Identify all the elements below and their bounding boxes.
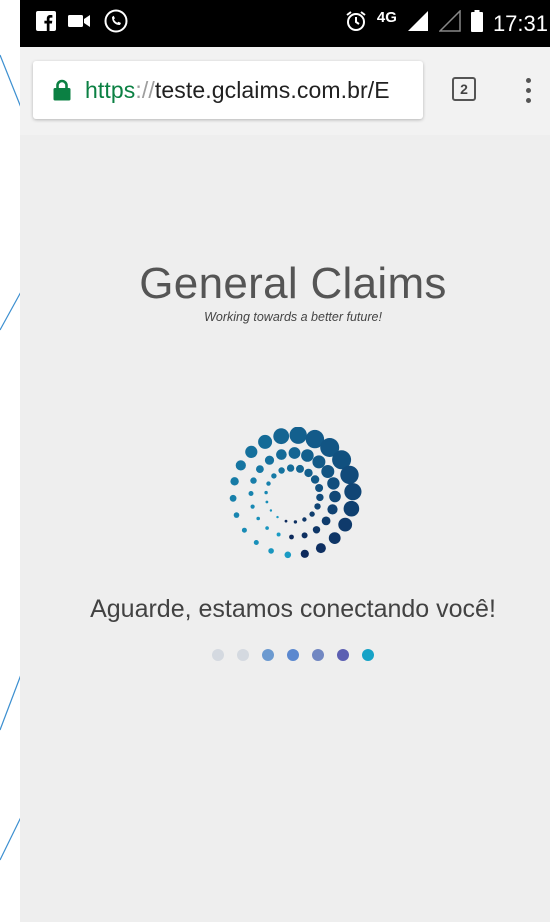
logo-dot: [293, 520, 298, 524]
logo-dot: [253, 540, 259, 545]
logo-dot: [304, 468, 313, 478]
logo-dot: [284, 551, 292, 559]
logo-dot: [264, 490, 268, 495]
logo-dot: [278, 467, 285, 474]
tab-switcher-button[interactable]: 2: [452, 77, 476, 101]
logo-dot: [268, 548, 274, 554]
brand-title: General Claims: [139, 259, 447, 308]
signal-weak-icon: [438, 9, 461, 37]
logo-dot: [233, 512, 240, 518]
logo-dot: [289, 427, 307, 444]
logo-dot: [338, 517, 353, 532]
alarm-icon: [345, 10, 367, 37]
logo-dot: [265, 526, 269, 530]
logo-dot: [316, 493, 324, 502]
logo-dot: [271, 473, 277, 479]
progress-dot: [212, 649, 224, 661]
url-separator: ://: [135, 76, 155, 103]
loading-spinner-logo: [229, 427, 362, 559]
logo-dot: [256, 465, 264, 473]
logo-dot: [289, 534, 294, 540]
progress-dots: [212, 649, 374, 661]
logo-dot: [312, 455, 326, 469]
brand-tagline: Working towards a better future!: [204, 310, 382, 324]
logo-dot: [314, 503, 321, 510]
page-content: General Claims Working towards a better …: [20, 135, 550, 922]
logo-dot: [266, 481, 271, 486]
logo-dot: [344, 483, 362, 501]
logo-dot: [327, 504, 338, 515]
logo-dot: [321, 516, 331, 526]
logo-dot: [276, 532, 281, 537]
url-scheme: https: [85, 76, 136, 103]
logo-dot: [329, 490, 341, 503]
logo-dot: [302, 517, 307, 522]
logo-dot: [310, 475, 320, 484]
logo-dot: [276, 515, 279, 519]
logo-dot: [273, 428, 290, 445]
logo-dot: [241, 527, 247, 533]
lock-icon: [53, 79, 71, 101]
overflow-menu-button[interactable]: [518, 73, 538, 107]
logo-dot: [250, 504, 255, 509]
logo-dot: [315, 543, 326, 554]
tab-count: 2: [460, 81, 468, 97]
logo-dot: [301, 449, 314, 462]
browser-toolbar: https://teste.gclaims.com.br/E 2: [20, 47, 550, 136]
logo-dot: [300, 549, 309, 558]
phone-screen: 4G 17:31 https://teste.gclaims.com.br/E …: [20, 0, 550, 922]
logo-dot: [229, 494, 237, 502]
logo-dot: [265, 500, 269, 504]
logo-dot: [312, 526, 321, 534]
address-bar[interactable]: https://teste.gclaims.com.br/E: [33, 61, 423, 119]
progress-dot: [337, 649, 349, 661]
logo-dot: [309, 511, 315, 517]
logo-dot: [269, 509, 273, 512]
logo-dot: [256, 516, 260, 521]
clock: 17:31: [492, 10, 548, 36]
network-type: 4G: [376, 9, 397, 26]
signal-icon: [407, 10, 429, 37]
logo-dot: [343, 500, 360, 517]
logo-dot: [315, 484, 324, 492]
logo-dot: [235, 460, 246, 471]
logo-dot: [258, 434, 273, 449]
logo-dot: [296, 464, 304, 473]
logo-dot: [230, 477, 239, 486]
logo-dot: [301, 532, 308, 539]
logo-dot: [284, 519, 288, 523]
logo-dot: [321, 465, 335, 478]
loading-message: Aguarde, estamos conectando você!: [90, 595, 496, 623]
status-bar: 4G 17:31: [20, 0, 550, 47]
battery-icon: [470, 10, 483, 37]
progress-dot: [262, 649, 274, 661]
logo-dot: [250, 477, 257, 484]
url-text: https://teste.gclaims.com.br/E: [85, 77, 390, 104]
logo-dot: [328, 532, 341, 544]
logo-dot: [340, 465, 359, 485]
video-icon: [68, 12, 92, 35]
logo-dot: [286, 464, 295, 472]
progress-dot: [312, 649, 324, 661]
logo-dot: [327, 477, 340, 490]
logo-dot: [276, 449, 287, 460]
progress-dot: [287, 649, 299, 661]
facebook-icon: [36, 11, 56, 36]
logo-dot: [248, 491, 254, 496]
url-host: teste.gclaims.com.br/E: [154, 76, 390, 103]
logo-dot: [288, 447, 301, 459]
progress-dot: [362, 649, 374, 661]
progress-dot: [237, 649, 249, 661]
logo-dot: [264, 455, 275, 465]
call-icon: [104, 9, 128, 38]
logo-dot: [245, 445, 258, 458]
